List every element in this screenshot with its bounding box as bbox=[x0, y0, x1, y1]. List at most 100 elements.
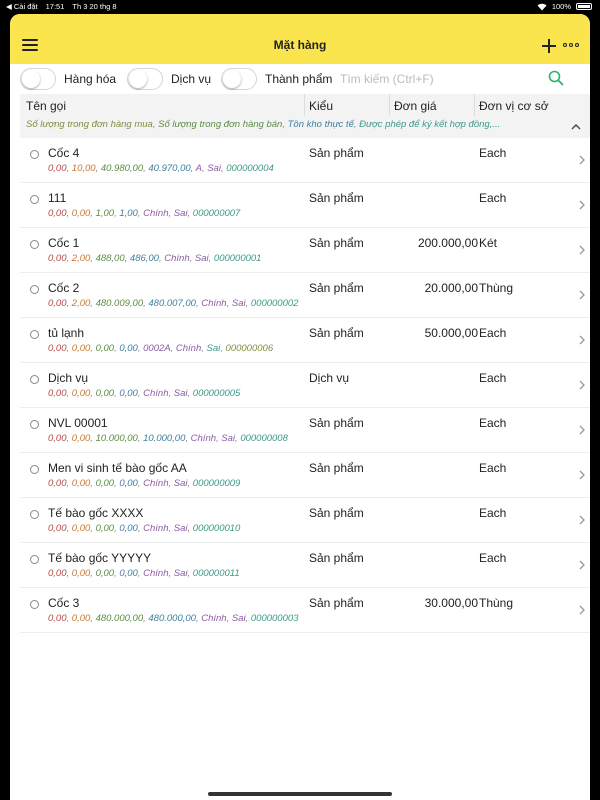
item-price: 50.000,00 bbox=[424, 326, 478, 340]
item-detail-value: 000000006 bbox=[225, 343, 274, 354]
list-item[interactable]: tủ lạnh Sản phẩm 50.000,00 Each 0,00, 0,00, … bbox=[20, 318, 590, 363]
chevron-right-icon[interactable] bbox=[578, 199, 586, 211]
column-kind[interactable]: Kiểu bbox=[309, 99, 333, 113]
search-input[interactable] bbox=[340, 69, 540, 89]
item-name: 111 bbox=[48, 191, 67, 205]
list-item[interactable]: 111 Sản phẩm Each 0,00, 0,00, 1,00, 1,00, C… bbox=[20, 183, 590, 228]
chevron-right-icon[interactable] bbox=[578, 379, 586, 391]
select-radio[interactable] bbox=[30, 600, 39, 609]
item-detail-value: Chính bbox=[201, 298, 227, 309]
select-radio[interactable] bbox=[30, 555, 39, 564]
item-detail-value: 1,00 bbox=[95, 208, 115, 219]
item-kind: Sản phẩm bbox=[309, 461, 364, 475]
list-item[interactable]: Cốc 1 Sản phẩm 200.000,00 Két 0,00, 2,00, 48… bbox=[20, 228, 590, 273]
chevron-right-icon[interactable] bbox=[578, 244, 586, 256]
item-detail-value: 0,00 bbox=[48, 478, 67, 489]
item-price: 30.000,00 bbox=[424, 596, 478, 610]
item-name: Tế bào gốc XXXX bbox=[48, 506, 144, 520]
top-bar: Mặt hàng bbox=[10, 14, 590, 64]
finished-toggle[interactable] bbox=[221, 68, 257, 90]
item-name: Cốc 2 bbox=[48, 281, 80, 295]
item-kind: Sản phẩm bbox=[309, 326, 364, 340]
list-item[interactable]: NVL 00001 Sản phẩm Each 0,00, 0,00, 10.000,… bbox=[20, 408, 590, 453]
list-item[interactable]: Tế bào gốc YYYYY Sản phẩm Each 0,00, 0,00, … bbox=[20, 543, 590, 588]
item-unit: Két bbox=[479, 236, 498, 250]
item-details: 0,00, 2,00, 488,00, 486,00, Chính, Sai, … bbox=[48, 253, 262, 264]
item-unit: Each bbox=[479, 506, 507, 520]
column-base-unit[interactable]: Đơn vị cơ sở bbox=[479, 99, 549, 113]
item-unit: Each bbox=[479, 326, 507, 340]
chevron-right-icon[interactable] bbox=[578, 289, 586, 301]
item-detail-value: 000000005 bbox=[192, 388, 241, 399]
battery-icon bbox=[576, 3, 592, 10]
chevron-right-icon[interactable] bbox=[578, 424, 586, 436]
select-radio[interactable] bbox=[30, 330, 39, 339]
list-item[interactable]: Cốc 4 Sản phẩm Each 0,00, 10,00, 40.980,00,… bbox=[20, 138, 590, 183]
item-detail-value: Chính bbox=[190, 433, 217, 444]
select-radio[interactable] bbox=[30, 195, 39, 204]
item-detail-value: Chính bbox=[201, 613, 227, 624]
service-toggle-label: Dịch vụ bbox=[171, 72, 212, 86]
list-item[interactable]: Dịch vụ Dịch vụ Each 0,00, 0,00, 0,00, 0,00… bbox=[20, 363, 590, 408]
chevron-up-icon[interactable] bbox=[570, 122, 582, 132]
chevron-right-icon[interactable] bbox=[578, 334, 586, 346]
item-detail-value: 0,00 bbox=[71, 478, 91, 489]
item-kind: Sản phẩm bbox=[309, 551, 364, 565]
item-detail-value: 0,00 bbox=[48, 163, 67, 174]
item-detail-value: 2,00 bbox=[71, 253, 91, 264]
chevron-right-icon[interactable] bbox=[578, 469, 586, 481]
list-item[interactable]: Cốc 2 Sản phẩm 20.000,00 Thùng 0,00, 2,00, 4… bbox=[20, 273, 590, 318]
service-toggle[interactable] bbox=[127, 68, 163, 90]
goods-toggle[interactable] bbox=[20, 68, 56, 90]
select-radio[interactable] bbox=[30, 375, 39, 384]
back-app-link[interactable]: ◀ Cài đặt bbox=[6, 2, 38, 11]
item-detail-value: Chính bbox=[143, 478, 169, 489]
item-details: 0,00, 0,00, 0,00, 0,00, Chính, Sai, 0000… bbox=[48, 523, 241, 534]
select-radio[interactable] bbox=[30, 510, 39, 519]
select-radio[interactable] bbox=[30, 285, 39, 294]
item-price: 200.000,00 bbox=[417, 236, 478, 250]
chevron-right-icon[interactable] bbox=[578, 154, 586, 166]
list-item[interactable]: Tế bào gốc XXXX Sản phẩm Each 0,00, 0,00, 0… bbox=[20, 498, 590, 543]
item-details: 0,00, 0,00, 480.000,00, 480.000,00, Chín… bbox=[48, 613, 299, 624]
search-icon[interactable] bbox=[548, 70, 564, 86]
column-sub-header: Số lượng trong đơn hàng mua, Số lượng tr… bbox=[26, 119, 501, 130]
item-detail-value: Chính bbox=[143, 388, 169, 399]
chevron-right-icon[interactable] bbox=[578, 514, 586, 526]
list-item[interactable]: Men vi sinh tế bào gốc AA Sản phẩm Each 0,0… bbox=[20, 453, 590, 498]
item-detail-value: 0,00 bbox=[71, 433, 91, 444]
item-price: 20.000,00 bbox=[424, 281, 478, 295]
item-detail-value: 000000007 bbox=[192, 208, 241, 219]
item-detail-value: Chính bbox=[143, 523, 169, 534]
item-kind: Sản phẩm bbox=[309, 191, 364, 205]
select-radio[interactable] bbox=[30, 465, 39, 474]
chevron-right-icon[interactable] bbox=[578, 559, 586, 571]
home-indicator[interactable] bbox=[208, 792, 392, 796]
column-price[interactable]: Đơn giá bbox=[394, 99, 437, 113]
battery-percent: 100% bbox=[551, 2, 571, 11]
add-icon[interactable] bbox=[542, 39, 556, 53]
item-detail-value: 0,00 bbox=[71, 388, 91, 399]
item-unit: Each bbox=[479, 551, 507, 565]
item-name: Cốc 3 bbox=[48, 596, 80, 610]
select-radio[interactable] bbox=[30, 240, 39, 249]
item-detail-value: 0,00 bbox=[119, 568, 138, 579]
item-detail-value: 0,00 bbox=[48, 568, 67, 579]
wifi-icon bbox=[537, 3, 547, 10]
item-unit: Thùng bbox=[479, 281, 514, 295]
item-detail-value: 0,00 bbox=[48, 433, 67, 444]
select-radio[interactable] bbox=[30, 150, 39, 159]
column-name[interactable]: Tên gọi bbox=[26, 99, 66, 113]
chevron-right-icon[interactable] bbox=[578, 604, 586, 616]
item-detail-value: Sai bbox=[221, 433, 236, 444]
item-detail-value: 0,00 bbox=[48, 253, 67, 264]
list-item[interactable]: Cốc 3 Sản phẩm 30.000,00 Thùng 0,00, 0,00, 4… bbox=[20, 588, 590, 633]
item-detail-value: 1,00 bbox=[119, 208, 138, 219]
more-options-icon[interactable] bbox=[563, 43, 579, 47]
select-radio[interactable] bbox=[30, 420, 39, 429]
status-bar: ◀ Cài đặt 17:51 Th 3 20 thg 8 100% bbox=[0, 0, 600, 14]
item-detail-value: 10.000,00 bbox=[143, 433, 186, 444]
item-detail-value: Sai bbox=[173, 208, 188, 219]
item-detail-value: 000000011 bbox=[192, 568, 240, 579]
item-detail-value: 000000010 bbox=[192, 523, 241, 534]
